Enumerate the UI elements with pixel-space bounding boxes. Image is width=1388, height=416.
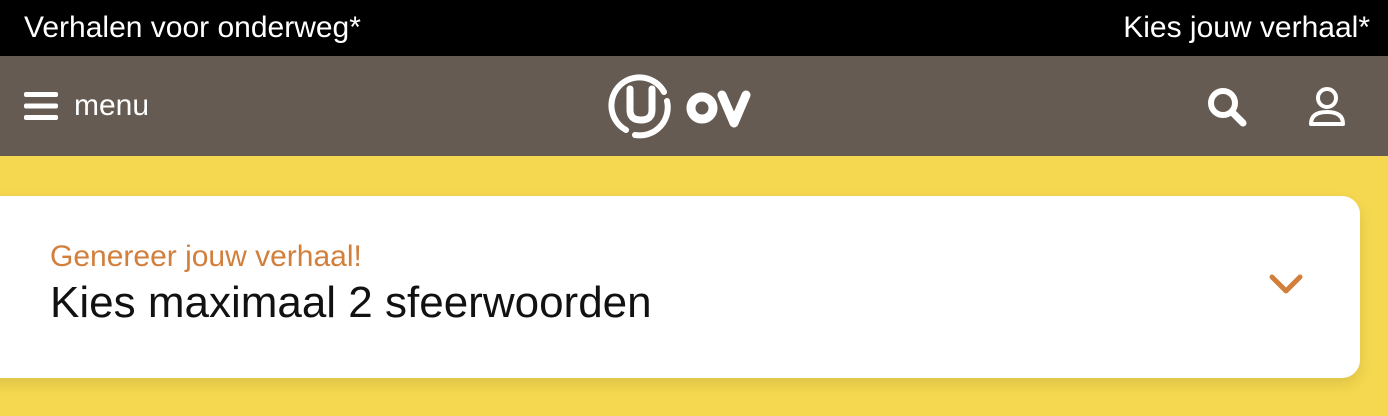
card-title: Kies maximaal 2 sfeerwoorden (50, 278, 652, 327)
search-button[interactable] (1206, 86, 1248, 128)
user-icon (1309, 87, 1345, 126)
chevron-down-icon[interactable] (1266, 270, 1306, 298)
choose-story-link[interactable]: Kies jouw verhaal* (1123, 0, 1370, 56)
top-banner: Verhalen voor onderweg* Kies jouw verhaa… (0, 0, 1388, 56)
menu-button[interactable]: menu (24, 84, 149, 128)
hamburger-icon (24, 92, 58, 120)
navbar: menu (0, 56, 1388, 156)
account-button[interactable] (1306, 86, 1348, 128)
menu-label: menu (74, 89, 150, 122)
u-ov-logo[interactable] (606, 72, 758, 142)
story-generator-card[interactable]: Genereer jouw verhaal! Kies maximaal 2 s… (0, 196, 1360, 378)
card-subtitle: Genereer jouw verhaal! (50, 240, 362, 273)
tagline: Verhalen voor onderweg* (24, 11, 361, 44)
search-icon (1208, 88, 1247, 127)
